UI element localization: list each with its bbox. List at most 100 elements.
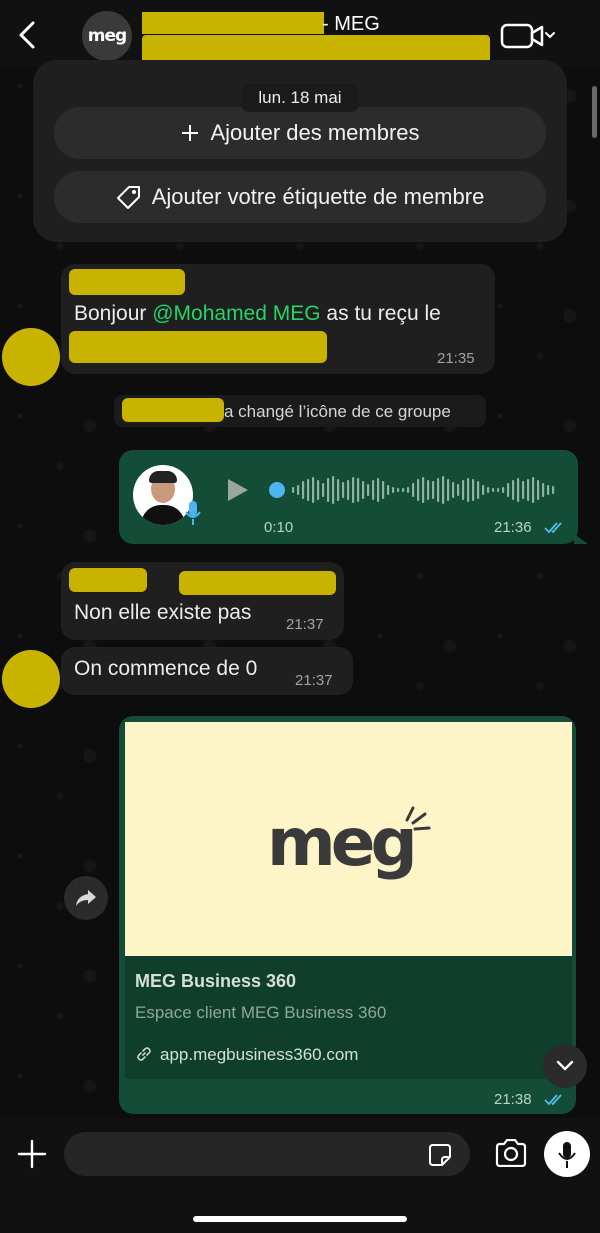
waveform-bar bbox=[307, 479, 310, 501]
tag-icon bbox=[116, 186, 140, 209]
preview-logo-text: meg bbox=[267, 804, 418, 881]
forward-icon bbox=[76, 890, 96, 906]
waveform-bar bbox=[512, 480, 515, 500]
waveform-bar bbox=[337, 479, 340, 501]
play-icon[interactable] bbox=[226, 477, 250, 503]
link-url[interactable]: app.megbusiness360.com bbox=[160, 1045, 358, 1065]
add-member-tag-button[interactable]: Ajouter votre étiquette de membre bbox=[54, 171, 546, 223]
waveform-bar bbox=[477, 481, 480, 499]
message-time: 21:37 bbox=[286, 616, 324, 633]
waveform-bar bbox=[467, 478, 470, 502]
logo-sparkle-icon bbox=[405, 806, 431, 831]
waveform-progress-dot bbox=[269, 482, 285, 498]
waveform-bar bbox=[327, 478, 330, 502]
waveform-bar bbox=[367, 484, 370, 496]
voice-record-button[interactable] bbox=[544, 1131, 590, 1177]
waveform-bar bbox=[507, 483, 510, 497]
waveform-bar bbox=[437, 478, 440, 502]
waveform-bar bbox=[472, 479, 475, 501]
link-preview-image[interactable]: meg bbox=[125, 722, 572, 956]
attach-plus-icon[interactable] bbox=[17, 1139, 47, 1169]
mention-link[interactable]: @Mohamed MEG bbox=[152, 302, 320, 325]
read-ticks-icon bbox=[544, 522, 562, 534]
message-time: 21:37 bbox=[295, 672, 333, 689]
waveform-bar bbox=[527, 479, 530, 501]
waveform-bar bbox=[362, 481, 365, 499]
waveform-bar bbox=[292, 487, 295, 493]
plus-icon bbox=[182, 125, 199, 141]
scroll-to-bottom-button[interactable] bbox=[543, 1044, 587, 1088]
group-avatar-text: meg bbox=[87, 26, 127, 46]
waveform-bar bbox=[297, 485, 300, 495]
add-members-button[interactable]: Ajouter des membres bbox=[54, 107, 546, 159]
waveform-bar bbox=[552, 486, 555, 494]
message-time: 21:35 bbox=[437, 350, 475, 367]
redacted-title bbox=[142, 12, 324, 34]
waveform-bar bbox=[432, 481, 435, 499]
waveform-bar bbox=[422, 477, 425, 503]
sender-avatar[interactable] bbox=[2, 328, 60, 386]
bubble-tail bbox=[574, 534, 588, 544]
redacted-text bbox=[69, 331, 327, 363]
chevron-down-icon bbox=[556, 1060, 574, 1071]
link-preview-body[interactable]: MEG Business 360 Espace client MEG Busin… bbox=[125, 956, 572, 1079]
waveform-bar bbox=[417, 479, 420, 501]
waveform-bar bbox=[342, 482, 345, 498]
message-text: Bonjour @Mohamed MEG as tu reçu le bbox=[74, 302, 441, 325]
waveform-bar bbox=[322, 483, 325, 497]
waveform-bar bbox=[457, 484, 460, 496]
link-icon bbox=[137, 1047, 151, 1061]
microphone-icon bbox=[558, 1142, 576, 1168]
waveform-bar bbox=[392, 487, 395, 493]
waveform-bar bbox=[492, 488, 495, 492]
scrollbar[interactable] bbox=[592, 86, 597, 138]
message-text: Non elle existe pas bbox=[74, 601, 252, 624]
waveform-bar bbox=[542, 483, 545, 497]
home-indicator[interactable] bbox=[193, 1216, 407, 1222]
voice-waveform[interactable] bbox=[266, 474, 560, 506]
message-time: 21:36 bbox=[494, 519, 532, 536]
waveform-bar bbox=[427, 480, 430, 500]
link-description: Espace client MEG Business 360 bbox=[135, 1003, 387, 1022]
waveform-bar bbox=[462, 480, 465, 500]
waveform-bar bbox=[387, 485, 390, 495]
voice-duration: 0:10 bbox=[264, 519, 294, 536]
waveform-bar bbox=[547, 485, 550, 495]
sender-avatar[interactable] bbox=[2, 650, 60, 708]
waveform-bar bbox=[397, 488, 400, 492]
redacted-sender-name bbox=[69, 269, 185, 295]
message-input[interactable] bbox=[64, 1132, 470, 1176]
waveform-bar bbox=[522, 481, 525, 499]
waveform-bar bbox=[402, 488, 405, 492]
waveform-bar bbox=[487, 487, 490, 493]
waveform-bar bbox=[482, 485, 485, 495]
waveform-bar bbox=[517, 478, 520, 502]
waveform-bar bbox=[412, 483, 415, 497]
microphone-icon bbox=[185, 501, 201, 525]
waveform-bar bbox=[312, 477, 315, 503]
waveform-bar bbox=[502, 487, 505, 493]
waveform-bar bbox=[352, 477, 355, 503]
waveform-bar bbox=[452, 482, 455, 498]
waveform-bar bbox=[332, 476, 335, 504]
waveform-bar bbox=[317, 480, 320, 500]
waveform-bar bbox=[347, 480, 350, 500]
waveform-bar bbox=[382, 481, 385, 499]
back-icon[interactable] bbox=[14, 18, 40, 52]
waveform-bar bbox=[447, 479, 450, 501]
read-ticks-icon bbox=[544, 1094, 562, 1106]
camera-icon[interactable] bbox=[494, 1139, 528, 1167]
add-members-label: Ajouter des membres bbox=[210, 120, 420, 145]
forward-button[interactable] bbox=[64, 876, 108, 920]
chat-title-suffix[interactable]: - MEG bbox=[322, 13, 380, 36]
waveform-bar bbox=[377, 478, 380, 502]
group-avatar[interactable]: meg bbox=[82, 11, 132, 61]
waveform-bar bbox=[357, 478, 360, 502]
redacted-sender-name bbox=[69, 568, 147, 592]
waveform-bar bbox=[302, 481, 305, 499]
video-call-icon[interactable] bbox=[500, 22, 558, 50]
sticker-icon[interactable] bbox=[427, 1142, 453, 1168]
date-separator: lun. 18 mai bbox=[241, 84, 359, 112]
waveform-bar bbox=[372, 480, 375, 500]
waveform-bar bbox=[537, 480, 540, 500]
